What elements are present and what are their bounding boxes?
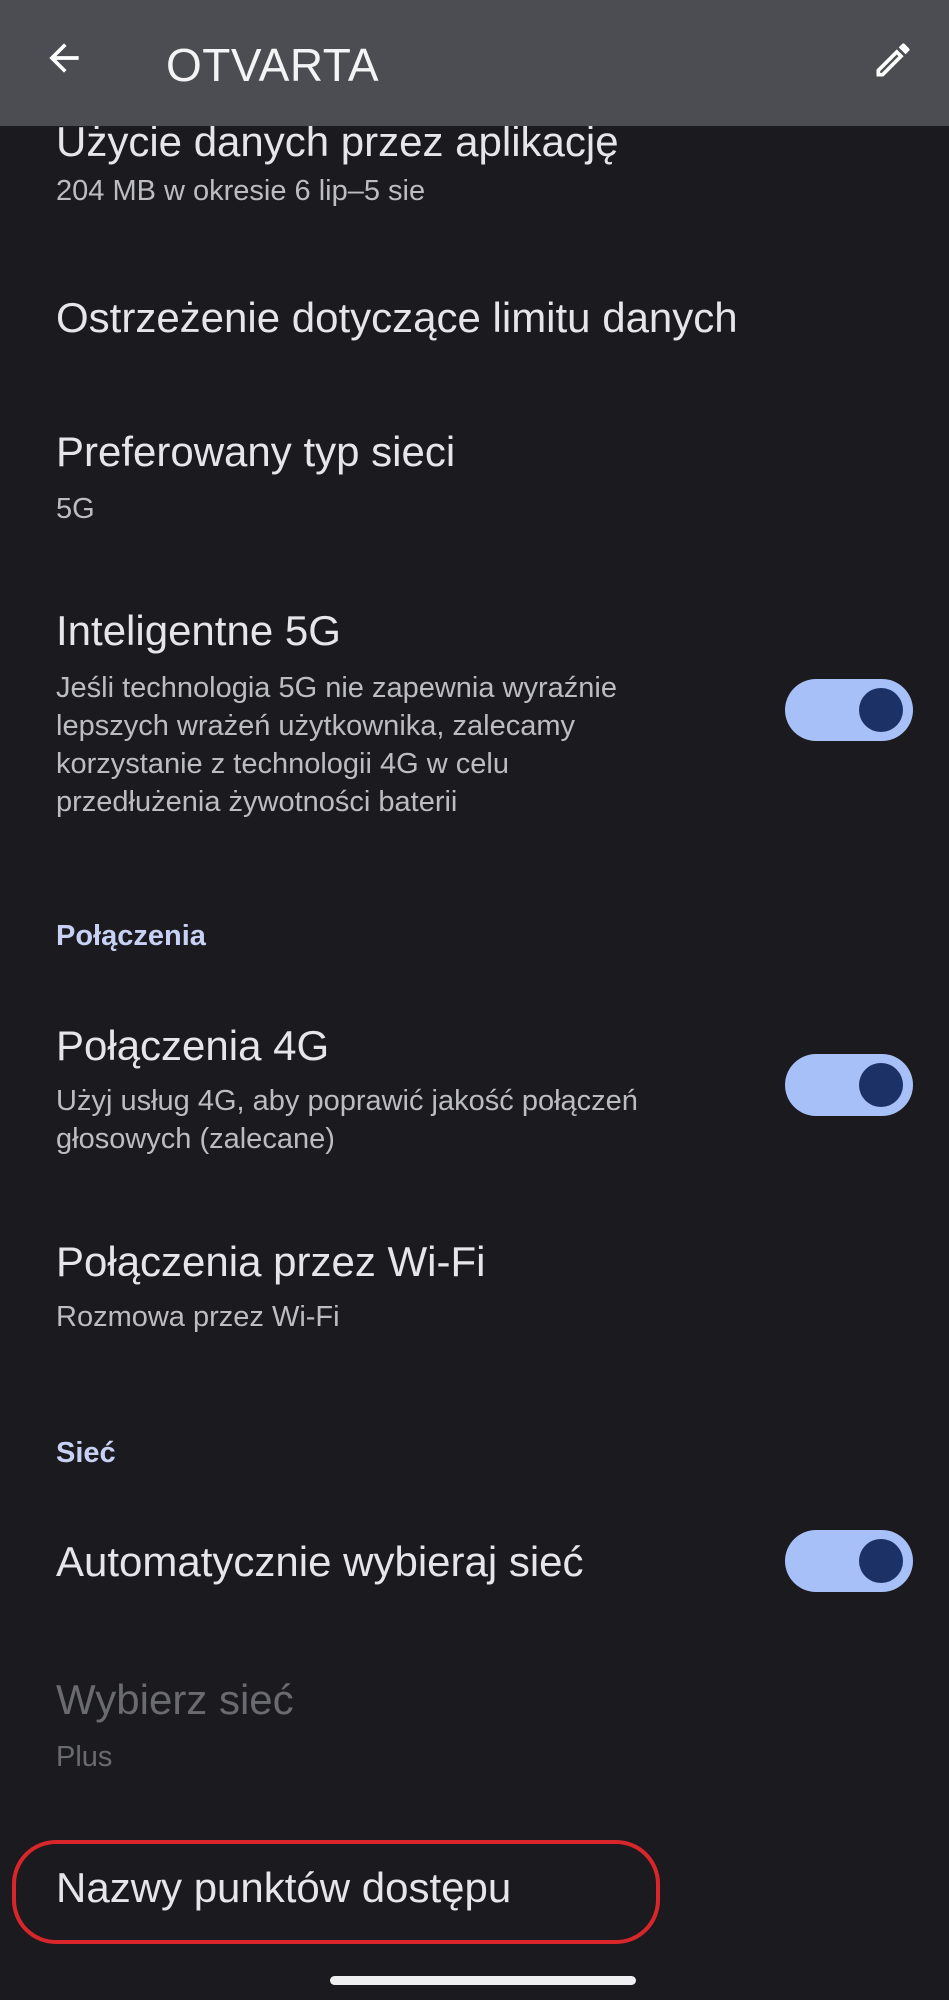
smart-5g-title: Inteligentne 5G: [56, 607, 341, 654]
network-type-title: Preferowany typ sieci: [56, 428, 456, 475]
calls-4g-item[interactable]: Połączenia 4G Użyj usług 4G, aby poprawi…: [0, 1000, 949, 1175]
calls-4g-toggle[interactable]: [785, 1054, 913, 1116]
arrow-back-icon: [49, 43, 79, 73]
wifi-calls-subtitle: Rozmowa przez Wi-Fi: [56, 1301, 340, 1333]
calls-4g-subtitle-line-2: głosowych (zalecane): [56, 1123, 335, 1155]
toggle-knob: [859, 1539, 903, 1583]
back-button[interactable]: [36, 30, 92, 86]
section-header-network: Sieć: [56, 1437, 116, 1469]
select-network-item: Wybierz sieć Plus: [0, 1660, 949, 1790]
smart-5g-subtitle-line-4: przedłużenia żywotności baterii: [56, 786, 458, 818]
edit-button[interactable]: [865, 32, 921, 88]
network-type-item[interactable]: Preferowany typ sieci 5G: [0, 410, 949, 540]
auto-network-toggle[interactable]: [785, 1530, 913, 1592]
top-app-bar: OTVARTA: [0, 0, 949, 126]
smart-5g-subtitle-line-3: korzystanie z technologii 4G w celu: [56, 748, 509, 780]
auto-network-item[interactable]: Automatycznie wybieraj sieć: [0, 1510, 949, 1610]
smart-5g-subtitle-line-2: lepszych wrażeń użytkownika, zalecamy: [56, 710, 575, 742]
gesture-nav-bar[interactable]: [330, 1976, 636, 1985]
network-type-subtitle: 5G: [56, 493, 95, 525]
wifi-calls-title: Połączenia przez Wi-Fi: [56, 1238, 486, 1285]
calls-4g-subtitle-line-1: Użyj usług 4G, aby poprawić jakość połąc…: [56, 1085, 638, 1117]
red-highlight-annotation: [12, 1840, 660, 1944]
data-usage-subtitle: 204 MB w okresie 6 lip–5 sie: [56, 175, 426, 207]
section-header-calls: Połączenia: [56, 920, 206, 952]
smart-5g-toggle[interactable]: [785, 679, 913, 741]
select-network-subtitle: Plus: [56, 1741, 113, 1773]
toggle-knob: [859, 688, 903, 732]
pencil-icon: [876, 43, 910, 77]
wifi-calls-item[interactable]: Połączenia przez Wi-Fi Rozmowa przez Wi-…: [0, 1220, 949, 1350]
select-network-title: Wybierz sieć: [56, 1676, 294, 1723]
smart-5g-item[interactable]: Inteligentne 5G Jeśli technologia 5G nie…: [0, 585, 949, 835]
data-warning-title: Ostrzeżenie dotyczące limitu danych: [56, 294, 738, 341]
smart-5g-subtitle-line-1: Jeśli technologia 5G nie zapewnia wyraźn…: [56, 672, 617, 704]
data-warning-item[interactable]: Ostrzeżenie dotyczące limitu danych: [0, 270, 949, 370]
settings-list: Użycie danych przez aplikację 204 MB w o…: [0, 0, 949, 2000]
toggle-knob: [859, 1063, 903, 1107]
page-title: OTVARTA: [166, 39, 380, 91]
auto-network-title: Automatycznie wybieraj sieć: [56, 1538, 584, 1585]
calls-4g-title: Połączenia 4G: [56, 1022, 330, 1069]
